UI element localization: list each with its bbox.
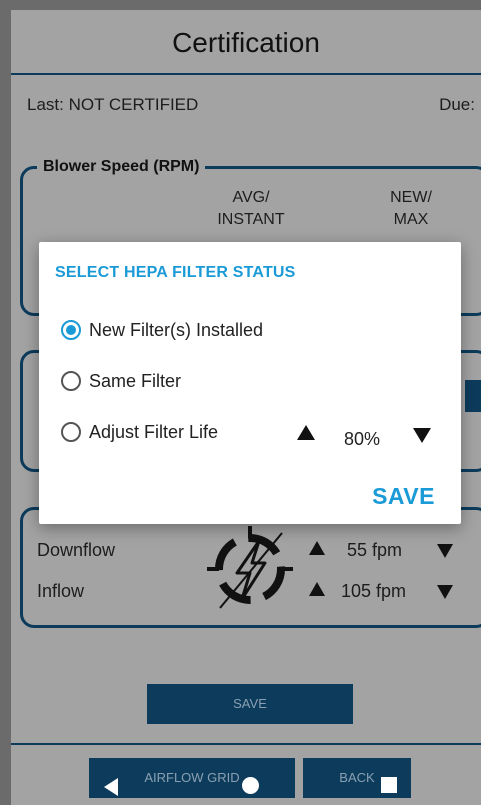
avg-instant-header: AVG/ INSTANT	[217, 189, 285, 228]
airflow-grid-button[interactable]: AIRFLOW GRID	[89, 758, 295, 798]
save-button[interactable]: SAVE	[147, 684, 353, 724]
nav-recents-icon[interactable]	[381, 777, 397, 793]
downflow-value: 55 fpm	[347, 540, 403, 560]
certification-status: Last: NOT CERTIFIED Due:	[27, 95, 475, 115]
option-label: New Filter(s) Installed	[89, 319, 264, 340]
lightning-gauge-icon	[207, 526, 293, 609]
inflow-label: Inflow	[37, 581, 85, 601]
hepa-filter-dialog: SELECT HEPA FILTER STATUS New Filter(s) …	[39, 242, 461, 524]
inflow-value: 105 fpm	[341, 581, 407, 601]
downflow-increase-icon[interactable]	[309, 541, 325, 555]
option-new-filter[interactable]: New Filter(s) Installed	[61, 318, 263, 342]
header-divider	[11, 73, 481, 75]
last-certified-text: Last: NOT CERTIFIED	[27, 95, 199, 114]
filter-panel-bar	[465, 380, 481, 412]
radio-selected-icon[interactable]	[61, 320, 81, 340]
filter-life-increase-icon[interactable]	[297, 425, 315, 440]
downflow-label: Downflow	[37, 540, 116, 560]
page-title: Certification	[172, 27, 320, 58]
filter-life-decrease-icon[interactable]	[413, 428, 431, 443]
option-label: Adjust Filter Life	[89, 421, 219, 442]
inflow-decrease-icon[interactable]	[437, 585, 453, 599]
footer-divider	[11, 743, 481, 745]
nav-home-icon[interactable]	[242, 777, 259, 794]
new-max-header: NEW/ MAX	[390, 189, 432, 228]
due-text: Due:	[439, 95, 475, 114]
option-same-filter[interactable]: Same Filter	[61, 369, 181, 393]
downflow-decrease-icon[interactable]	[437, 544, 453, 558]
dialog-save-button[interactable]: SAVE	[372, 483, 435, 510]
radio-unselected-icon[interactable]	[61, 422, 81, 442]
inflow-increase-icon[interactable]	[309, 582, 325, 596]
blower-speed-legend: Blower Speed (RPM)	[43, 158, 200, 175]
option-adjust-filter-life[interactable]: Adjust Filter Life	[61, 420, 218, 444]
dialog-title: SELECT HEPA FILTER STATUS	[55, 264, 296, 281]
radio-unselected-icon[interactable]	[61, 371, 81, 391]
option-label: Same Filter	[89, 370, 182, 391]
nav-back-icon[interactable]	[104, 778, 118, 796]
filter-life-value: 80%	[344, 429, 381, 449]
